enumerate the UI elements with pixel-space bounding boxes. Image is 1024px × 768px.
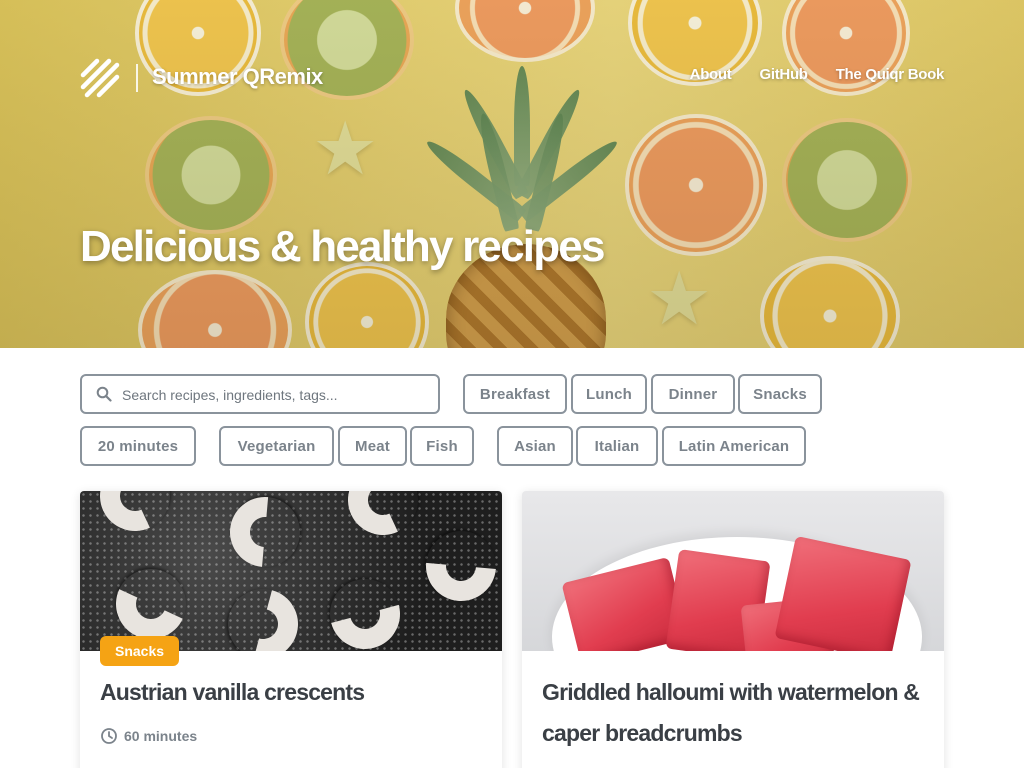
top-navigation: Summer QRemix About GitHub The Quiqr Boo…	[80, 56, 944, 100]
search-icon	[96, 386, 112, 402]
filter-chip-breakfast[interactable]: Breakfast	[463, 374, 567, 414]
recipe-title-line: caper breadcrumbs	[542, 720, 743, 746]
recipe-time: 60 minutes	[124, 728, 198, 744]
recipe-title[interactable]: Griddled halloumi with watermelon & cape…	[542, 672, 924, 754]
filter-chip-vegetarian[interactable]: Vegetarian	[219, 426, 334, 466]
filter-chip-meat[interactable]: Meat	[338, 426, 407, 466]
filter-chip-20-minutes[interactable]: 20 minutes	[80, 426, 196, 466]
recipe-duration: 60 minutes	[100, 727, 197, 745]
category-tag[interactable]: Snacks	[100, 636, 180, 666]
page-title: Delicious & healthy recipes	[80, 222, 605, 271]
filter-chip-fish[interactable]: Fish	[410, 426, 474, 466]
main-nav: About GitHub The Quiqr Book	[690, 66, 945, 83]
filter-chip-dinner[interactable]: Dinner	[651, 374, 735, 414]
recipe-image-vanilla-crescents	[80, 491, 502, 651]
search-input[interactable]	[122, 384, 422, 406]
recipe-card[interactable]: Griddled halloumi with watermelon & cape…	[522, 491, 944, 768]
search-box[interactable]	[80, 374, 440, 414]
nav-link-github[interactable]: GitHub	[759, 66, 808, 83]
clock-icon	[101, 728, 117, 744]
site-title[interactable]: Summer QRemix	[152, 64, 323, 90]
nav-link-quiqr-book[interactable]: The Quiqr Book	[836, 66, 945, 83]
hero-banner: ★ ★ Summer QRemix About GitHub	[0, 0, 1024, 348]
recipe-image-watermelon	[522, 491, 944, 651]
recipe-card[interactable]: Snacks Austrian vanilla crescents 60 min…	[80, 491, 502, 768]
logo-divider	[136, 64, 138, 92]
recipe-title[interactable]: Austrian vanilla crescents	[100, 672, 482, 713]
recipe-title-line: Griddled halloumi with watermelon &	[542, 679, 920, 705]
nav-link-about[interactable]: About	[690, 66, 732, 83]
hero-overlay	[0, 0, 1024, 348]
filter-chip-latin-american[interactable]: Latin American	[662, 426, 806, 466]
filter-chip-italian[interactable]: Italian	[576, 426, 658, 466]
filter-chip-asian[interactable]: Asian	[497, 426, 573, 466]
filter-chip-lunch[interactable]: Lunch	[571, 374, 647, 414]
filter-chip-snacks[interactable]: Snacks	[738, 374, 822, 414]
logo-icon[interactable]	[80, 58, 120, 98]
